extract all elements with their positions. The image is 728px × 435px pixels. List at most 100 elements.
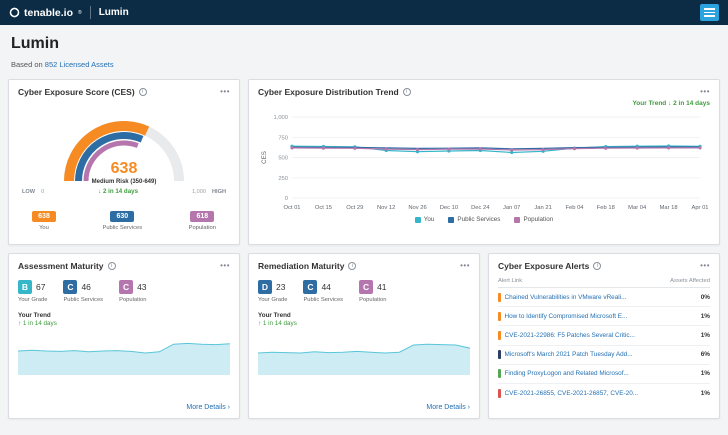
- more-details-link[interactable]: More Details ›: [186, 404, 230, 411]
- svg-text:Dec 24: Dec 24: [471, 205, 490, 211]
- ces-gauge-chart: 638 Medium Risk (350-649): [48, 103, 200, 185]
- alert-link[interactable]: Finding ProxyLogon and Related Microsof.…: [505, 370, 697, 377]
- page-header: Lumin Based on 852 Licensed Assets: [0, 25, 728, 77]
- licensed-assets-link[interactable]: 852 Licensed Assets: [45, 60, 114, 69]
- assessment-card-title: Assessment Maturity: [18, 261, 104, 271]
- gauge-high-label: HIGH: [212, 189, 226, 195]
- ces-trend-chart: 02505007501,000Oct 01Oct 15Oct 29Nov 12N…: [258, 109, 710, 213]
- ces-trend-indicator: ↓ 2 in 14 days: [44, 188, 192, 195]
- grade-value: 41: [377, 282, 386, 292]
- grade-row: D 23 Your Grade C 44 Public Services C 4…: [258, 280, 470, 303]
- tenable-logo-icon: [9, 7, 20, 18]
- grade-label: Your Grade: [258, 297, 287, 303]
- legend-swatch: [415, 217, 421, 223]
- score-badges: 638 You 630 Public Services 618 Populati…: [18, 205, 230, 231]
- info-icon[interactable]: i: [403, 88, 411, 96]
- grade-your: B 67 Your Grade: [18, 280, 47, 303]
- score-badge-public-services: 630 Public Services: [102, 205, 142, 231]
- svg-text:Jan 07: Jan 07: [503, 205, 520, 211]
- chevron-right-icon: ›: [468, 404, 470, 411]
- chevron-right-icon: ›: [228, 404, 230, 411]
- badge-label: You: [32, 225, 56, 231]
- info-icon[interactable]: i: [348, 262, 356, 270]
- alert-link[interactable]: CVE-2021-22986: F5 Patches Several Criti…: [505, 332, 697, 339]
- assessment-trend-chart: [18, 331, 230, 375]
- trend-indicator: ↑ 1 in 14 days: [18, 320, 230, 327]
- more-details-link[interactable]: More Details ›: [426, 404, 470, 411]
- alert-row: Chained Vulnerabilities in VMware vReali…: [498, 288, 710, 307]
- legend-item-public-services: Public Services: [448, 216, 500, 223]
- grade-value: 44: [321, 282, 330, 292]
- svg-text:Oct 15: Oct 15: [315, 205, 332, 211]
- remediation-maturity-card: Remediation Maturity i ••• D 23 Your Gra…: [248, 253, 480, 419]
- more-menu-icon[interactable]: •••: [460, 262, 470, 270]
- alert-row: Finding ProxyLogon and Related Microsof.…: [498, 365, 710, 384]
- grade-label: Public Services: [303, 297, 343, 303]
- gauge-max-label: 1,000: [192, 189, 206, 195]
- grade-public-services: C 46 Public Services: [63, 280, 103, 303]
- score-badge-you: 638 You: [32, 205, 56, 231]
- svg-text:0: 0: [285, 196, 288, 202]
- trend-indicator: ↑ 1 in 14 days: [258, 320, 470, 327]
- more-menu-icon[interactable]: •••: [220, 88, 230, 96]
- more-menu-icon[interactable]: •••: [700, 88, 710, 96]
- svg-text:Oct 29: Oct 29: [346, 205, 363, 211]
- alert-row: CVE-2021-22986: F5 Patches Several Criti…: [498, 326, 710, 345]
- assets-affected-value: 1%: [701, 332, 710, 339]
- remediation-card-title: Remediation Maturity: [258, 261, 344, 271]
- assessment-maturity-card: Assessment Maturity i ••• B 67 Your Grad…: [8, 253, 240, 419]
- badge-value: 630: [110, 211, 134, 222]
- svg-text:500: 500: [278, 156, 288, 162]
- ces-card: Cyber Exposure Score (CES) i ••• 638 Med…: [8, 79, 240, 245]
- tenable-logo[interactable]: tenable.io®: [9, 7, 82, 19]
- alert-link[interactable]: Microsoft's March 2021 Patch Tuesday Add…: [505, 351, 697, 358]
- svg-text:Feb 18: Feb 18: [597, 205, 615, 211]
- more-menu-icon[interactable]: •••: [700, 262, 710, 270]
- alert-link[interactable]: How to Identify Compromised Microsoft E.…: [505, 313, 697, 320]
- brand-text: tenable.io: [24, 7, 73, 19]
- badge-value: 638: [32, 211, 56, 222]
- legend-swatch: [514, 217, 520, 223]
- grade-label: Population: [119, 297, 146, 303]
- info-icon[interactable]: i: [139, 88, 147, 96]
- ces-card-title: Cyber Exposure Score (CES): [18, 87, 135, 97]
- badge-label: Population: [189, 225, 216, 231]
- grade-chip: C: [63, 280, 77, 294]
- menu-button[interactable]: [700, 4, 719, 21]
- grade-value: 46: [81, 282, 90, 292]
- alert-link[interactable]: Chained Vulnerabilities in VMware vReali…: [505, 294, 697, 301]
- svg-text:CES: CES: [261, 151, 268, 164]
- hamburger-icon: [704, 8, 715, 10]
- assets-affected-value: 1%: [701, 370, 710, 377]
- svg-text:1,000: 1,000: [273, 115, 288, 121]
- severity-bar: [498, 312, 501, 321]
- top-nav: tenable.io® Lumin: [0, 0, 728, 25]
- grade-row: B 67 Your Grade C 46 Public Services C 4…: [18, 280, 230, 303]
- grade-population: C 43 Population: [119, 280, 146, 303]
- alerts-card: Cyber Exposure Alerts i ••• Alert Link A…: [488, 253, 720, 419]
- svg-text:Nov 12: Nov 12: [377, 205, 395, 211]
- trend-card: Cyber Exposure Distribution Trend i ••• …: [248, 79, 720, 245]
- severity-bar: [498, 331, 501, 340]
- svg-text:Oct 01: Oct 01: [283, 205, 300, 211]
- remediation-trend-chart: [258, 331, 470, 375]
- grade-value: 43: [137, 282, 146, 292]
- svg-text:Mar 04: Mar 04: [628, 205, 647, 211]
- grade-public-services: C 44 Public Services: [303, 280, 343, 303]
- info-icon[interactable]: i: [108, 262, 116, 270]
- info-icon[interactable]: i: [593, 262, 601, 270]
- more-menu-icon[interactable]: •••: [220, 262, 230, 270]
- severity-bar: [498, 389, 501, 398]
- column-header-assets-affected: Assets Affected: [670, 278, 710, 284]
- alerts-table: Alert Link Assets Affected Chained Vulne…: [498, 278, 710, 411]
- assets-affected-value: 1%: [701, 313, 710, 320]
- page-title: Lumin: [11, 35, 717, 53]
- svg-text:Dec 10: Dec 10: [440, 205, 458, 211]
- legend-swatch: [448, 217, 454, 223]
- dashboard-grid: Cyber Exposure Score (CES) i ••• 638 Med…: [0, 77, 728, 427]
- grade-population: C 41 Population: [359, 280, 386, 303]
- alerts-card-title: Cyber Exposure Alerts: [498, 261, 589, 271]
- grade-chip: C: [119, 280, 133, 294]
- alert-row: Microsoft's March 2021 Patch Tuesday Add…: [498, 346, 710, 365]
- alert-link[interactable]: CVE-2021-26855, CVE-2021-26857, CVE-20..…: [505, 390, 697, 397]
